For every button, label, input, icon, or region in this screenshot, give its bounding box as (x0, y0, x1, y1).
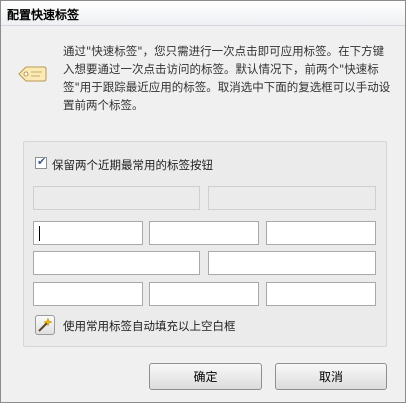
quick-tag-field-4[interactable] (33, 251, 200, 275)
keep-recent-tags-checkbox[interactable]: ✔ (35, 155, 47, 169)
tag-icon (18, 66, 47, 82)
check-icon: ✔ (37, 155, 47, 168)
quick-tag-field-5[interactable] (208, 251, 376, 275)
keep-recent-tags-label: 保留两个近期最常用的标签按钮 (52, 158, 213, 172)
quick-tag-field-8[interactable] (266, 282, 376, 306)
ok-button[interactable]: 确定 (149, 363, 262, 390)
recent-tag-slot-2 (208, 186, 376, 210)
magic-wand-icon (38, 317, 53, 332)
quick-tag-field-1[interactable] (33, 221, 143, 245)
quick-tag-field-6[interactable] (33, 282, 143, 306)
recent-tag-slot-1 (33, 186, 200, 210)
window-title: 配置快速标签 (7, 8, 80, 22)
configure-quick-tags-dialog: 配置快速标签 通过"快速标签"，您只需进行一次点击即可应用标签。在下方键入想要通… (0, 0, 406, 403)
text-caret (39, 226, 40, 241)
intro-text: 通过"快速标签"，您只需进行一次点击即可应用标签。在下方键入想要通过一次点击访问… (63, 44, 391, 112)
cancel-button[interactable]: 取消 (275, 363, 387, 390)
autofill-button[interactable] (35, 315, 55, 335)
quick-tag-field-2[interactable] (149, 221, 259, 245)
quick-tag-field-7[interactable] (149, 282, 259, 306)
autofill-label: 使用常用标签自动填充以上空白框 (63, 319, 236, 333)
quick-tag-field-3[interactable] (266, 221, 376, 245)
title-bar: 配置快速标签 (1, 1, 405, 26)
